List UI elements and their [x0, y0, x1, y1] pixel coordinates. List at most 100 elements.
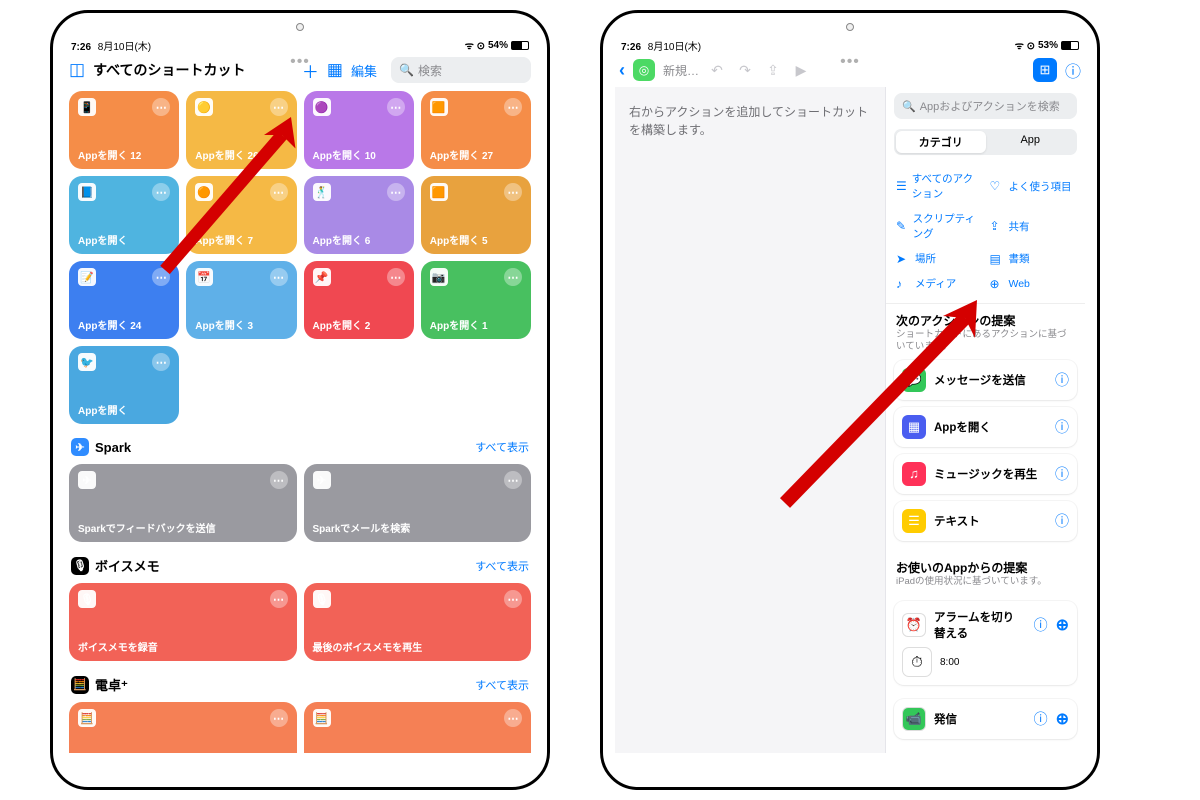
suggestion-icon: 💬 — [902, 368, 926, 392]
tile-more-icon[interactable]: ⋯ — [504, 709, 522, 727]
shortcut-tile[interactable]: 🎙⋯ボイスメモを録音 — [69, 583, 297, 661]
shortcut-tile[interactable]: ✈⋯Sparkでメールを検索 — [304, 464, 532, 542]
status-time: 7:26 — [621, 42, 641, 53]
category-label: 共有 — [1009, 219, 1030, 234]
segment-app[interactable]: App — [986, 131, 1076, 153]
shortcut-tile[interactable]: 🐦⋯Appを開く — [69, 346, 179, 424]
shortcut-tile[interactable]: 🎙⋯最後のボイスメモを再生 — [304, 583, 532, 661]
shortcut-tile[interactable]: 📝⋯Appを開く 24 — [69, 261, 179, 339]
view-mode-icon[interactable]: ▦ — [327, 60, 343, 80]
segment-control[interactable]: カテゴリ App — [894, 129, 1077, 155]
tile-app-icon: 📝 — [78, 268, 96, 286]
tile-more-icon[interactable]: ⋯ — [504, 471, 522, 489]
app-card-add-icon[interactable]: ⊕ — [1056, 709, 1069, 729]
editor-canvas[interactable]: 右からアクションを追加してショートカットを構築します。 — [615, 87, 885, 753]
tile-app-icon: 📘 — [78, 183, 96, 201]
category-item[interactable]: ♪メディア — [896, 272, 982, 295]
app-card-info-icon[interactable]: ⓘ — [1034, 709, 1048, 729]
category-item[interactable]: ♡よく使う項目 — [990, 167, 1076, 205]
tile-more-icon[interactable]: ⋯ — [387, 268, 405, 286]
tile-more-icon[interactable]: ⋯ — [387, 98, 405, 116]
tile-more-icon[interactable]: ⋯ — [270, 98, 288, 116]
suggestion-info-icon[interactable]: ⓘ — [1055, 464, 1069, 484]
editor-toolbar: ‹ ◎ 新規… ↶ ↷ ⇪ ▶ ⊞ ⓘ — [615, 53, 1085, 87]
tile-more-icon[interactable]: ⋯ — [270, 590, 288, 608]
show-all-link[interactable]: すべて表示 — [475, 558, 529, 574]
run-icon[interactable]: ▶ — [791, 62, 811, 79]
show-all-link[interactable]: すべて表示 — [475, 677, 529, 693]
tile-more-icon[interactable]: ⋯ — [152, 98, 170, 116]
category-icon: ☰ — [896, 179, 907, 193]
category-item[interactable]: ▤書類 — [990, 247, 1076, 270]
category-icon: ▤ — [990, 252, 1004, 266]
suggestion-item[interactable]: ▦Appを開くⓘ — [894, 407, 1077, 447]
status-time: 7:26 — [71, 42, 91, 53]
tile-more-icon[interactable]: ⋯ — [387, 183, 405, 201]
shortcut-tile[interactable]: 🟧⋯Appを開く 27 — [421, 91, 531, 169]
shortcut-tile[interactable]: 🟣⋯Appを開く 10 — [304, 91, 414, 169]
shortcut-name[interactable]: 新規… — [663, 62, 699, 79]
shortcut-icon[interactable]: ◎ — [633, 59, 655, 81]
sidebar-toggle-icon[interactable]: ◫ — [69, 60, 85, 80]
tile-more-icon[interactable]: ⋯ — [270, 471, 288, 489]
shortcut-tile[interactable]: 📱⋯Appを開く 12 — [69, 91, 179, 169]
shortcut-tile[interactable]: 🟧⋯Appを開く 5 — [421, 176, 531, 254]
redo-icon[interactable]: ↷ — [735, 62, 755, 79]
category-item[interactable]: ☰すべてのアクション — [896, 167, 982, 205]
camera-dot — [846, 23, 854, 31]
shortcut-tile[interactable]: 🧮⋯Copy last calculation from 電卓⁺ — [304, 702, 532, 753]
shortcut-tile[interactable]: 🕺⋯Appを開く 6 — [304, 176, 414, 254]
search-field[interactable]: 🔍 検索 — [391, 57, 531, 83]
shortcut-tile[interactable]: 📌⋯Appを開く 2 — [304, 261, 414, 339]
tile-more-icon[interactable]: ⋯ — [504, 98, 522, 116]
category-item[interactable]: ➤場所 — [896, 247, 982, 270]
tile-more-icon[interactable]: ⋯ — [152, 183, 170, 201]
suggestion-info-icon[interactable]: ⓘ — [1055, 370, 1069, 390]
app-card-sub-icon[interactable]: ⏱ — [902, 647, 932, 677]
shortcut-tile[interactable]: 📷⋯Appを開く 1 — [421, 261, 531, 339]
suggestion-item[interactable]: ☰テキストⓘ — [894, 501, 1077, 541]
search-placeholder: 検索 — [418, 62, 442, 79]
suggestion-item[interactable]: ♫ミュージックを再生ⓘ — [894, 454, 1077, 494]
tile-app-icon: 🟧 — [430, 183, 448, 201]
shortcut-tile[interactable]: 🟡⋯Appを開く 26 — [186, 91, 296, 169]
undo-icon[interactable]: ↶ — [707, 62, 727, 79]
tile-app-icon: 🧮 — [313, 709, 331, 727]
show-all-link[interactable]: すべて表示 — [475, 439, 529, 455]
tile-more-icon[interactable]: ⋯ — [270, 183, 288, 201]
tile-more-icon[interactable]: ⋯ — [270, 268, 288, 286]
tile-more-icon[interactable]: ⋯ — [270, 709, 288, 727]
segment-category[interactable]: カテゴリ — [896, 131, 986, 153]
shortcut-tile[interactable]: 📅⋯Appを開く 3 — [186, 261, 296, 339]
shortcut-tile[interactable]: ✈⋯Sparkでフィードバックを送信 — [69, 464, 297, 542]
tile-more-icon[interactable]: ⋯ — [152, 268, 170, 286]
category-item[interactable]: ✎スクリプティング — [896, 207, 982, 245]
shortcut-tile[interactable]: 🟠⋯Appを開く 7 — [186, 176, 296, 254]
suggestion-info-icon[interactable]: ⓘ — [1055, 511, 1069, 531]
add-shortcut-icon[interactable]: ＋ — [302, 58, 319, 83]
back-icon[interactable]: ‹ — [619, 60, 625, 81]
tile-label: Appを開く 26 — [195, 147, 287, 162]
tile-more-icon[interactable]: ⋯ — [504, 183, 522, 201]
app-suggestion-card[interactable]: 📹発信ⓘ⊕ — [894, 699, 1077, 739]
category-item[interactable]: ⊕Web — [990, 272, 1076, 295]
shortcut-tile[interactable]: 📘⋯Appを開く — [69, 176, 179, 254]
tile-label: Appを開く 2 — [313, 317, 405, 332]
tile-more-icon[interactable]: ⋯ — [152, 353, 170, 371]
category-item[interactable]: ⇪共有 — [990, 207, 1076, 245]
info-icon[interactable]: ⓘ — [1065, 58, 1081, 82]
suggestion-item[interactable]: 💬メッセージを送信ⓘ — [894, 360, 1077, 400]
tile-more-icon[interactable]: ⋯ — [504, 268, 522, 286]
library-icon[interactable]: ⊞ — [1033, 58, 1057, 82]
app-card-add-icon[interactable]: ⊕ — [1056, 615, 1069, 635]
tile-label: Sparkでメールを検索 — [313, 520, 523, 535]
category-label: よく使う項目 — [1009, 179, 1072, 194]
shortcut-tile[interactable]: 🧮⋯Show last calculations in 電卓⁺ — [69, 702, 297, 753]
suggestion-info-icon[interactable]: ⓘ — [1055, 417, 1069, 437]
action-search[interactable]: 🔍 Appおよびアクションを検索 — [894, 93, 1077, 119]
share-icon[interactable]: ⇪ — [763, 62, 783, 79]
app-suggestion-card[interactable]: ⏰アラームを切り替えるⓘ⊕⏱8:00 — [894, 601, 1077, 685]
edit-button[interactable]: 編集 — [351, 61, 377, 80]
app-card-info-icon[interactable]: ⓘ — [1034, 615, 1048, 635]
tile-more-icon[interactable]: ⋯ — [504, 590, 522, 608]
